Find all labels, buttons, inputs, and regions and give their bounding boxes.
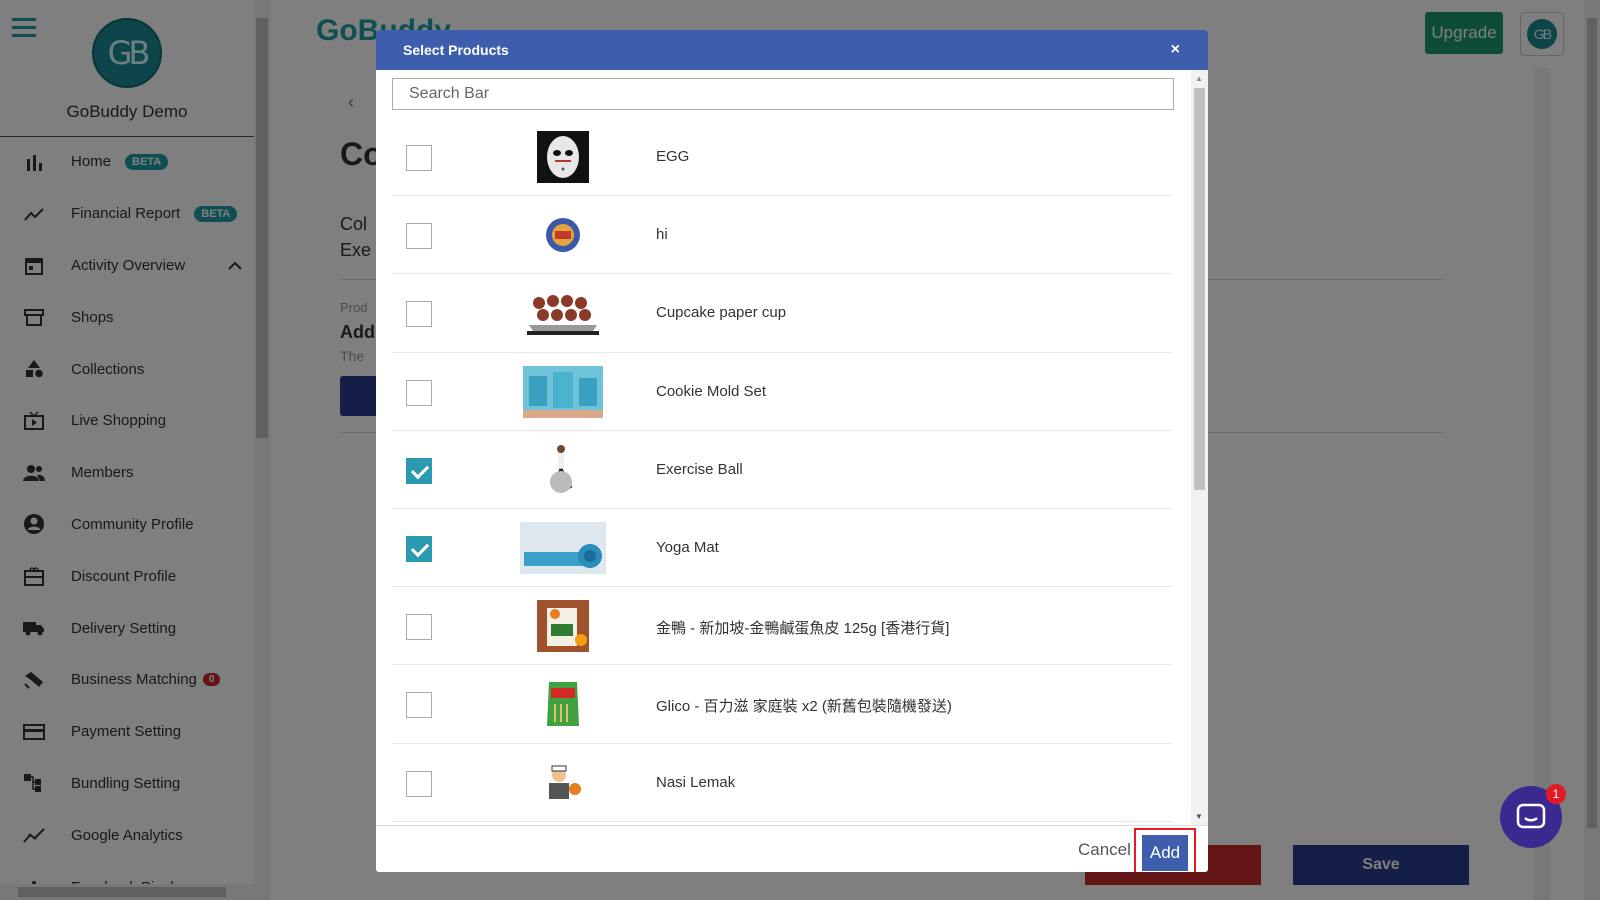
product-thumbnail — [518, 444, 608, 496]
scroll-up-icon[interactable]: ▲ — [1195, 74, 1203, 83]
product-row[interactable]: Glico - 百力滋 家庭裝 x2 (新舊包裝隨機發送) — [392, 665, 1172, 744]
product-thumbnail — [518, 521, 608, 574]
product-list: EGG hi Cupcake paper cup Cookie Mold Set… — [392, 118, 1172, 824]
product-thumbnail — [518, 209, 608, 261]
product-row[interactable]: Cookie Mold Set — [392, 353, 1172, 431]
product-thumbnail — [518, 131, 608, 183]
modal-title: Select Products — [403, 42, 509, 58]
product-thumbnail — [518, 365, 608, 418]
product-checkbox[interactable] — [406, 145, 432, 171]
product-name: EGG — [656, 148, 690, 165]
product-checkbox[interactable] — [406, 301, 432, 328]
product-checkbox[interactable] — [406, 692, 432, 719]
product-name: hi — [656, 226, 668, 244]
product-name: 金鴨 - 新加坡-金鴨鹹蛋魚皮 125g [香港行貨] — [656, 620, 950, 638]
product-name: Cookie Mold Set — [656, 382, 767, 400]
product-row[interactable]: EGG — [392, 118, 1172, 197]
product-checkbox[interactable] — [406, 614, 432, 641]
select-products-modal: Select Products × Search Bar EGG hi Cupc… — [376, 30, 1208, 872]
product-checkbox[interactable] — [406, 535, 432, 562]
product-row[interactable]: Cupcake paper cup — [392, 274, 1172, 353]
chat-icon — [1516, 803, 1546, 829]
product-name: Nasi Lemak — [656, 773, 736, 791]
scrollbar-thumb[interactable] — [1194, 88, 1205, 490]
scroll-down-icon[interactable]: ▼ — [1195, 812, 1203, 821]
product-thumbnail — [518, 678, 608, 730]
chat-unread-badge: 1 — [1546, 784, 1566, 804]
product-thumbnail — [518, 287, 608, 339]
product-row[interactable]: hi — [392, 196, 1172, 275]
product-row[interactable]: Exercise Ball — [392, 431, 1172, 509]
product-thumbnail — [518, 757, 608, 809]
product-thumbnail — [518, 600, 608, 653]
add-button[interactable]: Add — [1142, 835, 1188, 871]
product-name: Glico - 百力滋 家庭裝 x2 (新舊包裝隨機發送) — [656, 698, 952, 716]
product-row[interactable]: 金鴨 - 新加坡-金鴨鹹蛋魚皮 125g [香港行貨] — [392, 587, 1172, 666]
modal-header: Select Products × — [376, 30, 1208, 70]
product-row[interactable]: Nasi Lemak — [392, 744, 1172, 822]
product-name: Exercise Ball — [656, 460, 743, 478]
product-row[interactable]: Yoga Mat — [392, 509, 1172, 588]
product-name: Cupcake paper cup — [656, 304, 787, 322]
modal-footer: Cancel Add — [376, 825, 1208, 872]
product-checkbox[interactable] — [406, 457, 432, 484]
highlight-frame: Add — [1134, 828, 1196, 872]
modal-cancel-button[interactable]: Cancel — [1078, 840, 1131, 860]
modal-scrollbar[interactable]: ▲ ▼ — [1191, 70, 1208, 825]
product-checkbox[interactable] — [406, 379, 432, 406]
product-name: Yoga Mat — [656, 538, 719, 556]
search-input[interactable]: Search Bar — [392, 78, 1174, 110]
product-checkbox[interactable] — [406, 770, 432, 797]
close-icon[interactable]: × — [1171, 41, 1180, 59]
product-checkbox[interactable] — [406, 223, 432, 250]
